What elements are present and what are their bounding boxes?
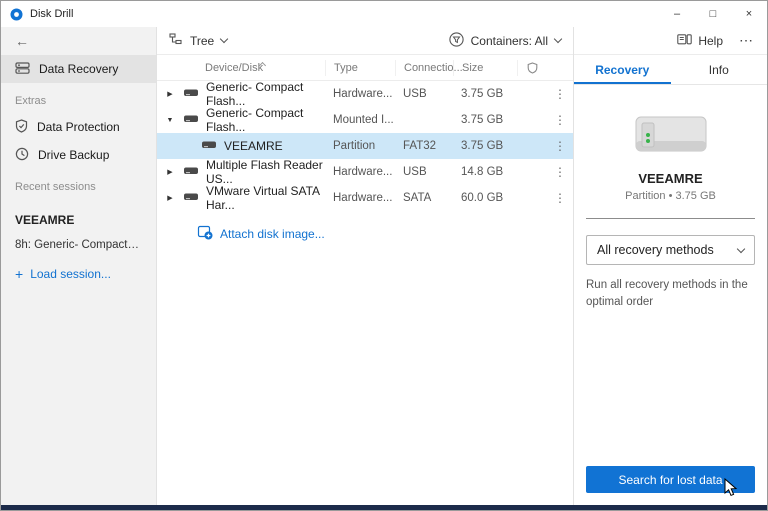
device-name: VEEAMRE [224,139,283,153]
method-description: Run all recovery methods in the optimal … [586,279,748,308]
minimize-button[interactable]: – [659,1,695,27]
title-bar: Disk Drill – □ × [1,1,767,27]
partition-icon [201,139,217,153]
attach-disk-image-label: Attach disk image... [220,227,325,241]
back-button[interactable]: ← [15,33,29,49]
session-item[interactable]: 8h: Generic- Compact Flas... [1,227,156,251]
drive-icon [183,113,199,127]
tree-view-icon [169,33,183,48]
device-name: Multiple Flash Reader US... [206,158,323,186]
table-row[interactable]: ▼ Generic- Compact Flash... Mounted I...… [157,106,573,134]
recovery-method-label: All recovery methods [597,243,714,257]
device-type: Partition [333,140,376,152]
plus-icon: + [15,266,24,282]
extras-section-label: Extras [15,95,47,107]
drive-icon [183,165,199,179]
row-menu-button[interactable]: ⋮ [547,87,573,101]
drive-icon [183,87,199,101]
device-name: Generic- Compact Flash... [206,106,304,134]
disk-drill-window: Disk Drill – □ × ← Data Recovery Extras [0,0,768,511]
sidebar-item-label: Data Protection [37,120,120,134]
column-device[interactable]: Device/Disk [183,61,325,74]
panel-tabs: Recovery Info [574,55,767,85]
device-size: 3.75 GB [461,88,504,100]
drive-stack-icon [15,61,30,77]
drive-icon [183,191,199,205]
device-list-pane: Tree Containers: All Device/Disk Type Co… [157,27,574,505]
view-mode-label: Tree [190,33,215,48]
chevron-down-icon [736,244,746,253]
help-label: Help [698,33,723,48]
table-row[interactable]: ▶ Generic- Compact Flash... Hardware... … [157,80,573,108]
table-row[interactable]: ▶ VMware Virtual SATA Har... Hardware...… [157,184,573,212]
device-size: 14.8 GB [461,166,504,178]
row-menu-button[interactable]: ⋮ [547,139,573,153]
device-connection: USB [403,88,427,100]
device-type: Mounted I... [333,114,394,126]
column-connection[interactable]: Connectio... [395,59,463,76]
disk-image-plus-icon [197,225,213,243]
sidebar-item-data-recovery[interactable]: Data Recovery [1,55,156,83]
maximize-button[interactable]: □ [695,1,731,27]
column-size[interactable]: Size [453,59,517,76]
tab-recovery[interactable]: Recovery [574,55,671,84]
expand-icon[interactable]: ▶ [157,90,183,98]
session-name[interactable]: VEEAMRE [1,199,156,227]
view-mode-dropdown[interactable]: Tree [169,33,229,48]
sidebar-item-label: Drive Backup [38,148,110,162]
table-header: Device/Disk Type Connectio... Size [157,55,573,81]
device-name: VMware Virtual SATA Har... [206,184,320,212]
device-connection: SATA [403,192,432,204]
window-title: Disk Drill [30,8,74,20]
sidebar-item-data-protection[interactable]: Data Protection [1,113,156,141]
column-type[interactable]: Type [325,59,395,76]
shield-column-icon[interactable] [517,59,547,76]
row-menu-button[interactable]: ⋮ [547,113,573,127]
filter-icon [448,31,464,50]
expand-icon[interactable]: ▶ [157,168,183,176]
recovery-method-dropdown[interactable]: All recovery methods [586,235,755,265]
load-session-link[interactable]: + Load session... [1,251,156,281]
containers-filter-dropdown[interactable]: Containers: All [448,31,563,50]
clock-backup-icon [15,147,29,164]
chevron-down-icon [219,34,229,44]
sidebar-item-drive-backup[interactable]: Drive Backup [1,141,156,169]
drive-illustration [635,116,706,152]
help-button[interactable]: Help [677,34,723,48]
window-bottom-edge [1,505,767,510]
selected-device-name: VEEAMRE [638,171,703,186]
chevron-down-icon [553,34,563,44]
tab-info[interactable]: Info [671,55,768,84]
app-icon [10,8,23,21]
device-size: 3.75 GB [461,140,504,152]
mouse-cursor [724,478,738,497]
device-size: 3.75 GB [461,114,504,126]
containers-filter-label: Containers: All [470,33,548,48]
close-button[interactable]: × [731,1,767,27]
recovery-panel: Help ⋯ Recovery Info VEEAMRE Partition •… [574,27,767,505]
device-size: 60.0 GB [461,192,504,204]
device-connection: USB [403,166,427,178]
load-session-label: Load session... [30,267,111,281]
row-menu-button[interactable]: ⋮ [547,165,573,179]
more-menu-button[interactable]: ⋯ [739,32,753,49]
device-type: Hardware... [333,166,393,178]
help-icon [677,33,693,48]
device-type: Hardware... [333,192,393,204]
device-type: Hardware... [333,88,393,100]
panel-divider [586,218,755,219]
collapse-icon[interactable]: ▼ [157,117,183,124]
selected-device-meta: Partition • 3.75 GB [625,190,716,202]
attach-disk-image-link[interactable]: Attach disk image... [197,225,573,243]
table-row-selected[interactable]: VEEAMRE Partition FAT32 3.75 GB ⋮ [157,133,573,159]
sidebar-item-label: Data Recovery [39,62,119,76]
shield-check-icon [15,118,28,136]
expand-icon[interactable]: ▶ [157,194,183,202]
device-connection: FAT32 [403,140,437,152]
table-row[interactable]: ▶ Multiple Flash Reader US... Hardware..… [157,158,573,186]
sidebar: ← Data Recovery Extras Data Protection D… [1,27,157,505]
recent-sessions-label: Recent sessions [15,181,96,193]
device-name: Generic- Compact Flash... [206,80,304,108]
row-menu-button[interactable]: ⋮ [547,191,573,205]
